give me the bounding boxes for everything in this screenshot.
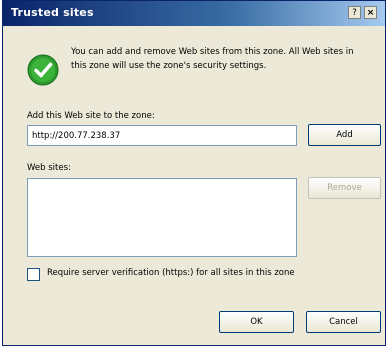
- ok-button[interactable]: OK: [219, 311, 294, 333]
- add-site-label: Add this Web site to the zone:: [27, 111, 155, 121]
- trusted-sites-dialog: Trusted sites ? × You can add and remove…: [2, 0, 386, 346]
- verification-label: Require server verification (https:) for…: [47, 268, 295, 278]
- url-input[interactable]: [27, 125, 297, 146]
- verification-checkbox[interactable]: [27, 268, 40, 281]
- add-button[interactable]: Add: [308, 124, 381, 146]
- title-bar[interactable]: Trusted sites ? ×: [3, 1, 385, 26]
- cancel-button[interactable]: Cancel: [306, 311, 381, 333]
- remove-button[interactable]: Remove: [308, 177, 381, 199]
- help-button[interactable]: ?: [348, 6, 361, 19]
- info-text: You can add and remove Web sites from th…: [71, 47, 354, 71]
- check-icon: [27, 54, 59, 86]
- web-sites-label: Web sites:: [27, 163, 71, 173]
- web-sites-list[interactable]: [27, 178, 297, 257]
- window-title: Trusted sites: [11, 6, 94, 19]
- close-button[interactable]: ×: [364, 6, 377, 19]
